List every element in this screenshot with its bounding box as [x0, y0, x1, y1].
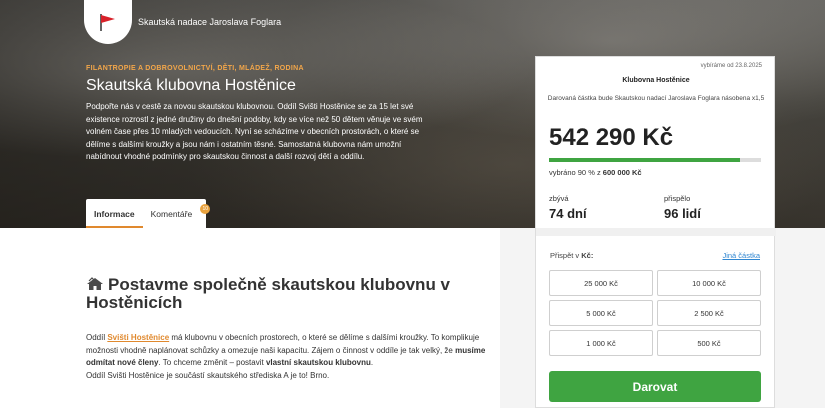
section-title-text: Postavme společně skautskou klubovnu v H… — [86, 275, 451, 312]
tab-label: Komentáře — [150, 209, 193, 219]
remaining-label: zbývá — [549, 194, 569, 203]
section-body: Oddíl Svišti Hostěnice má klubovnu v obe… — [86, 332, 486, 382]
donors-value: 96 lidí — [664, 206, 701, 221]
body-text-part: . To chceme změnit – postavit — [158, 358, 266, 368]
panel-divider — [536, 228, 776, 236]
organization-name[interactable]: Skautská nadace Jaroslava Foglara — [138, 17, 281, 27]
category-tags: FILANTROPIE A DOBROVOLNICTVÍ, DĚTI, MLÁD… — [86, 65, 304, 72]
amount-button-25000[interactable]: 25 000 Kč — [549, 270, 653, 296]
amount-options: 25 000 Kč 10 000 Kč 5 000 Kč 2 500 Kč 1 … — [549, 270, 761, 356]
amount-button-5000[interactable]: 5 000 Kč — [549, 300, 653, 326]
progress-text: vybráno 90 % z 600 000 Kč — [549, 168, 642, 177]
cabin-icon — [87, 277, 103, 290]
tab-informace[interactable]: Informace — [86, 199, 143, 228]
tab-komentare[interactable]: Komentáře 10 — [143, 199, 211, 228]
project-name: Klubovna Hostěnice — [622, 77, 690, 84]
troop-link[interactable]: Svišti Hostěnice — [107, 333, 169, 342]
amount-button-10000[interactable]: 10 000 Kč — [657, 270, 761, 296]
main-content: Postavme společně skautskou klubovnu v H… — [0, 228, 500, 408]
donors-label: přispělo — [664, 194, 691, 203]
progress-bar — [549, 158, 761, 162]
currency-label-prefix: Přispět v — [550, 251, 582, 260]
amount-button-1000[interactable]: 1 000 Kč — [549, 330, 653, 356]
amount-button-500[interactable]: 500 Kč — [657, 330, 761, 356]
donate-button[interactable]: Darovat — [549, 371, 761, 402]
body-paragraph: Oddíl Svišti Hostěnice je součástí skaut… — [86, 370, 330, 380]
section-title: Postavme společně skautskou klubovnu v H… — [86, 276, 486, 312]
start-date: vybíráme od 23.8.2025 — [700, 63, 762, 69]
tab-bar: Informace Komentáře 10 — [86, 199, 211, 228]
matching-note: Darovaná částka bude Skautskou nadací Ja… — [547, 95, 765, 102]
amount-button-2500[interactable]: 2 500 Kč — [657, 300, 761, 326]
page-title: Skautská klubovna Hostěnice — [86, 77, 296, 94]
custom-amount-link[interactable]: Jiná částka — [722, 251, 760, 260]
body-emphasis: vlastní skautskou klubovnu — [265, 358, 371, 368]
body-text-part: . — [370, 358, 374, 368]
remaining-value: 74 dní — [549, 206, 587, 221]
currency-label: Přispět v Kč: — [550, 251, 593, 260]
progress-fill — [549, 158, 740, 162]
progress-goal: 600 000 Kč — [602, 168, 642, 177]
body-text-part: Oddíl — [86, 333, 108, 342]
donation-panel: Přispět v Kč: Jiná částka 25 000 Kč 10 0… — [535, 228, 776, 408]
raised-amount: 542 290 Kč — [549, 124, 674, 151]
tab-label: Informace — [94, 209, 135, 219]
currency-code: Kč: — [581, 251, 594, 260]
progress-prefix: vybráno 90 % z — [549, 168, 601, 177]
fundraising-card: vybíráme od 23.8.2025 Klubovna Hostěnice… — [535, 56, 775, 228]
project-description: Podpořte nás v cestě za novou skautskou … — [86, 102, 423, 162]
flag-logo-icon — [100, 14, 115, 31]
